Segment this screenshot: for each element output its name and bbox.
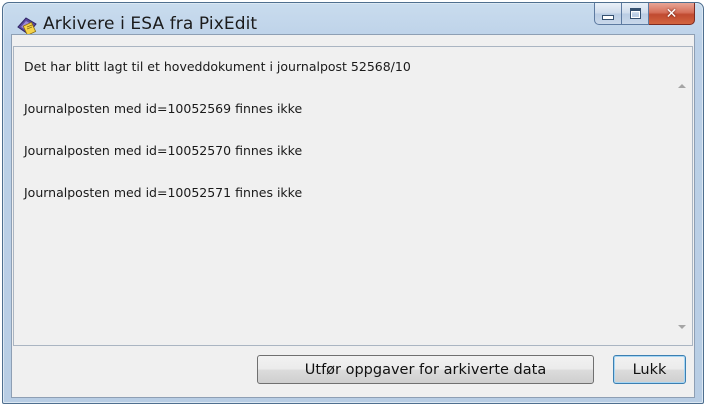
maximize-button[interactable] [622, 3, 649, 25]
close-window-button[interactable]: ✕ [649, 3, 695, 25]
message-line: Journalposten med id=10052571 finnes ikk… [24, 185, 303, 200]
scroll-down-arrow-icon[interactable] [678, 325, 686, 329]
archive-tasks-button[interactable]: Utfør oppgaver for arkiverte data [257, 355, 594, 384]
message-line: Det har blitt lagt til et hoveddokument … [24, 59, 411, 74]
scroll-up-arrow-icon[interactable] [678, 84, 686, 88]
caption-buttons: ✕ [594, 3, 695, 26]
message-line: Journalposten med id=10052570 finnes ikk… [24, 143, 303, 158]
message-log[interactable]: Det har blitt lagt til et hoveddokument … [13, 46, 693, 346]
dialog-client-area: Det har blitt lagt til et hoveddokument … [11, 34, 695, 398]
vertical-scrollbar[interactable] [674, 47, 692, 345]
close-icon: ✕ [665, 5, 678, 22]
minimize-button[interactable] [594, 3, 622, 25]
dialog-window: Arkivere i ESA fra PixEdit ✕ Det har bli… [2, 2, 704, 404]
close-button[interactable]: Lukk [613, 355, 686, 384]
message-list: Det har blitt lagt til et hoveddokument … [24, 54, 644, 228]
maximize-icon [629, 8, 641, 19]
window-title: Arkivere i ESA fra PixEdit [43, 14, 258, 34]
minimize-icon [602, 15, 614, 20]
message-line: Journalposten med id=10052569 finnes ikk… [24, 101, 303, 116]
